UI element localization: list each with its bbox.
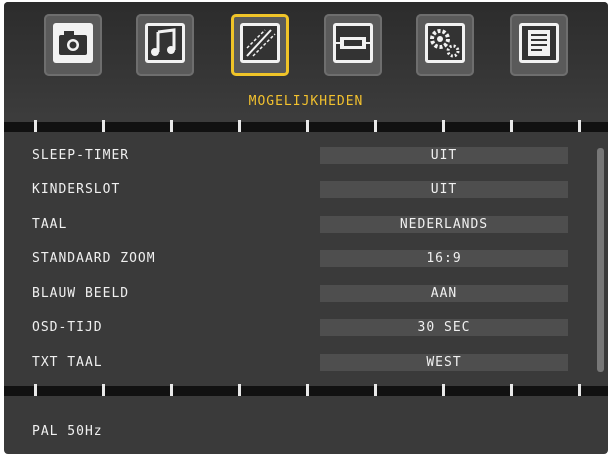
tab-features[interactable] bbox=[231, 14, 289, 76]
setting-row-taal[interactable]: TAAL NEDERLANDS bbox=[4, 213, 608, 235]
setting-label: KINDERSLOT bbox=[32, 182, 121, 197]
tab-info[interactable] bbox=[510, 14, 568, 76]
setting-row-blauw-beeld[interactable]: BLAUW BEELD AAN bbox=[4, 282, 608, 304]
setting-label: TAAL bbox=[32, 217, 68, 232]
setting-row-standaard-zoom[interactable]: STANDAARD ZOOM 16:9 bbox=[4, 247, 608, 269]
setting-row-txt-taal[interactable]: TXT TAAL WEST bbox=[4, 351, 608, 373]
setting-label: TXT TAAL bbox=[32, 355, 103, 370]
tab-picture[interactable] bbox=[44, 14, 102, 76]
setting-label: OSD-TIJD bbox=[32, 320, 103, 335]
setting-value[interactable]: 30 SEC bbox=[320, 319, 568, 336]
setting-value[interactable]: UIT bbox=[320, 147, 568, 164]
osd-menu: MOGELIJKHEDEN SLEEP-TIMER UIT KINDERSLOT… bbox=[4, 2, 608, 454]
camera-icon bbox=[53, 23, 93, 63]
setting-label: SLEEP-TIMER bbox=[32, 148, 130, 163]
tab-sound[interactable] bbox=[136, 14, 194, 76]
scrollbar[interactable] bbox=[597, 148, 604, 372]
setting-row-sleep-timer[interactable]: SLEEP-TIMER UIT bbox=[4, 144, 608, 166]
setting-label: BLAUW BEELD bbox=[32, 286, 130, 301]
setting-value[interactable]: UIT bbox=[320, 181, 568, 198]
tab-connections[interactable] bbox=[324, 14, 382, 76]
setting-value[interactable]: NEDERLANDS bbox=[320, 216, 568, 233]
music-note-icon bbox=[145, 23, 185, 63]
settings-gears-icon bbox=[425, 23, 465, 63]
signal-info: PAL 50Hz bbox=[32, 424, 103, 439]
setting-label: STANDAARD ZOOM bbox=[32, 251, 156, 266]
setting-value[interactable]: WEST bbox=[320, 354, 568, 371]
connector-icon bbox=[333, 23, 373, 63]
tab-settings[interactable] bbox=[416, 14, 474, 76]
setting-value[interactable]: 16:9 bbox=[320, 250, 568, 267]
features-icon bbox=[240, 23, 280, 63]
setting-row-kinderslot[interactable]: KINDERSLOT UIT bbox=[4, 178, 608, 200]
menu-title: MOGELIJKHEDEN bbox=[248, 94, 364, 109]
menu-tabs bbox=[44, 14, 584, 84]
setting-row-osd-tijd[interactable]: OSD-TIJD 30 SEC bbox=[4, 316, 608, 338]
document-icon bbox=[519, 23, 559, 63]
divider-top bbox=[4, 120, 608, 132]
divider-bottom bbox=[4, 384, 608, 396]
setting-value[interactable]: AAN bbox=[320, 285, 568, 302]
